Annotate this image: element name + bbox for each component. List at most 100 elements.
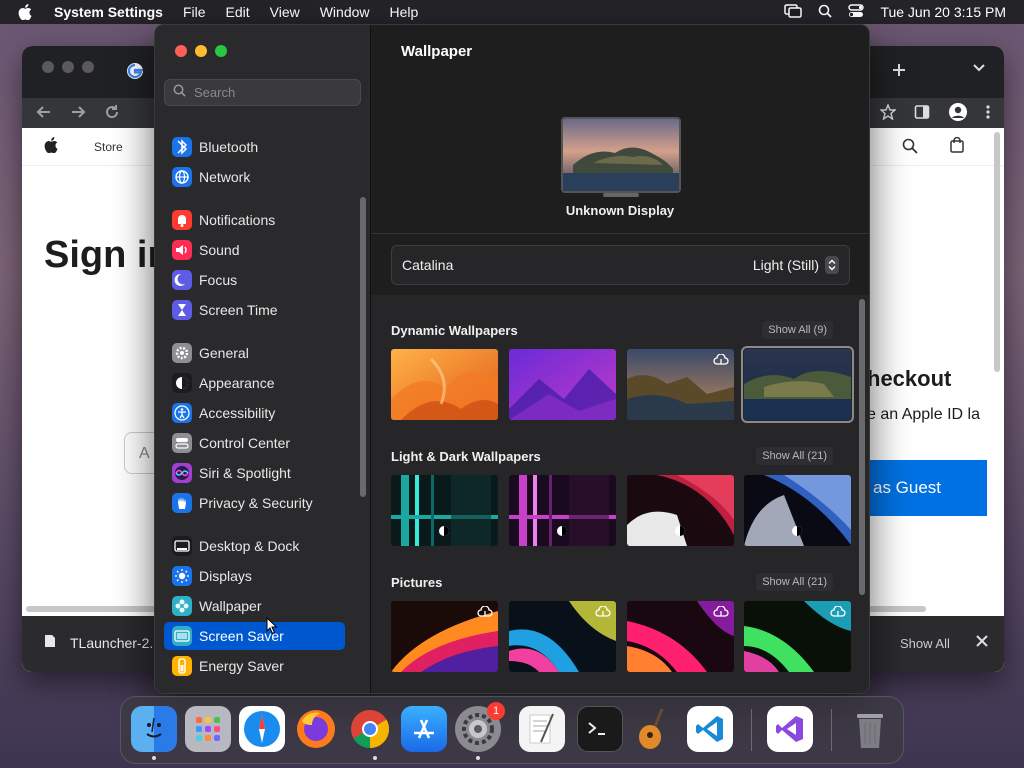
sidebar-item-bluetooth[interactable]: Bluetooth: [164, 133, 345, 161]
wallpaper-thumb-macbook-purple[interactable]: [509, 475, 616, 546]
dock-visual-studio[interactable]: [767, 706, 813, 752]
google-favicon-icon[interactable]: [126, 62, 144, 85]
dock-system-settings[interactable]: 1: [455, 702, 505, 752]
profile-avatar-icon[interactable]: [948, 102, 968, 127]
sidebar-item-appearance[interactable]: Appearance: [164, 369, 345, 397]
bluetooth-icon: [172, 137, 192, 157]
sidebar-item-desktop-dock[interactable]: Desktop & Dock: [164, 532, 345, 560]
download-item[interactable]: TLauncher-2.: [44, 634, 153, 651]
menu-edit[interactable]: Edit: [226, 4, 250, 20]
wallpaper-thumb-monterey[interactable]: [509, 349, 616, 420]
apple-menu-icon[interactable]: [18, 4, 34, 20]
gallery-scrollbar[interactable]: [859, 299, 865, 595]
sidebar-item-siri-spotlight[interactable]: Siri & Spotlight: [164, 459, 345, 487]
search-icon: [173, 84, 186, 102]
wallpaper-thumb-picture-2[interactable]: [509, 601, 616, 672]
menu-file[interactable]: File: [183, 4, 206, 20]
close-button[interactable]: [175, 45, 187, 57]
menu-help[interactable]: Help: [390, 4, 419, 20]
wallpaper-thumb-blue-silver[interactable]: [744, 475, 851, 546]
show-all-pictures-button[interactable]: Show All (21): [756, 573, 833, 591]
dock-app-store[interactable]: [401, 706, 447, 752]
dock-chrome[interactable]: [347, 706, 393, 752]
dock-launchpad[interactable]: [185, 706, 231, 752]
sidebar-scrollbar[interactable]: [360, 197, 366, 497]
siri-icon: [172, 463, 192, 483]
minimize-button[interactable]: [195, 45, 207, 57]
browser-minimize-button[interactable]: [62, 61, 74, 73]
wallpaper-style-popup[interactable]: Light (Still): [753, 256, 839, 274]
menubar-clock[interactable]: Tue Jun 20 3:15 PM: [880, 4, 1006, 20]
wallpaper-thumb-picture-1[interactable]: [391, 601, 498, 672]
zoom-button[interactable]: [215, 45, 227, 57]
sidebar-item-label: Sound: [199, 242, 240, 258]
show-all-dynamic-button[interactable]: Show All (9): [762, 321, 833, 339]
wallpaper-thumb-picture-3[interactable]: [627, 601, 734, 672]
dock-safari[interactable]: [239, 706, 285, 752]
sidebar-item-control-center[interactable]: Control Center: [164, 429, 345, 457]
dock-textedit[interactable]: [519, 706, 565, 752]
menubar: System Settings File Edit View Window He…: [0, 0, 1024, 24]
site-search-icon[interactable]: [902, 138, 918, 157]
wallpaper-style-selector[interactable]: Catalina Light (Still): [391, 245, 850, 285]
light-dark-mode-icon: [556, 525, 568, 537]
wallpaper-thumb-macbook-green[interactable]: [391, 475, 498, 546]
menu-view[interactable]: View: [270, 4, 300, 20]
reload-icon[interactable]: [104, 104, 120, 125]
wallpaper-thumb-ventura[interactable]: [391, 349, 498, 420]
sidebar-item-focus[interactable]: Focus: [164, 266, 345, 294]
sidebar-item-privacy-security[interactable]: Privacy & Security: [164, 489, 345, 517]
new-tab-icon[interactable]: [892, 60, 906, 83]
flower-icon: [172, 596, 192, 616]
sidebar-item-label: Privacy & Security: [199, 495, 313, 511]
tab-search-chevron-down-icon[interactable]: [972, 60, 986, 78]
wallpaper-thumb-picture-4[interactable]: [744, 601, 851, 672]
side-panel-icon[interactable]: [914, 104, 930, 125]
downloads-show-all-button[interactable]: Show All: [900, 636, 950, 651]
sidebar-item-general[interactable]: General: [164, 339, 345, 367]
sidebar-item-screen-saver[interactable]: Screen Saver: [164, 622, 345, 650]
sidebar-item-network[interactable]: Network: [164, 163, 345, 191]
browser-close-button[interactable]: [42, 61, 54, 73]
wallpaper-thumb-big-sur[interactable]: [627, 349, 734, 420]
sidebar-item-wallpaper[interactable]: Wallpaper: [164, 592, 345, 620]
wallpaper-thumb-catalina[interactable]: [741, 346, 854, 423]
sidebar-item-energy-saver[interactable]: Energy Saver: [164, 652, 345, 680]
more-menu-icon[interactable]: [986, 104, 990, 125]
continue-as-guest-button[interactable]: as Guest: [867, 460, 987, 516]
dock-vscode[interactable]: [687, 706, 733, 752]
sidebar-item-displays[interactable]: Displays: [164, 562, 345, 590]
dock-firefox[interactable]: [293, 706, 339, 752]
spotlight-search-icon[interactable]: [818, 4, 833, 21]
wallpaper-thumb-red-silver[interactable]: [627, 475, 734, 546]
show-all-light-dark-button[interactable]: Show All (21): [756, 447, 833, 465]
sidebar-item-sound[interactable]: Sound: [164, 236, 345, 264]
display-thumbnail[interactable]: [561, 117, 681, 193]
search-input[interactable]: [194, 85, 354, 100]
bookmark-star-icon[interactable]: [879, 103, 897, 125]
dock-garageband[interactable]: [631, 706, 677, 752]
downloads-close-icon[interactable]: [976, 634, 988, 652]
moon-icon: [172, 270, 192, 290]
control-center-icon[interactable]: [848, 3, 865, 21]
menu-window[interactable]: Window: [320, 4, 370, 20]
dock-terminal[interactable]: [577, 706, 623, 752]
page-vertical-scrollbar[interactable]: [994, 132, 1000, 372]
cloud-download-icon: [595, 606, 611, 618]
screen-mirroring-icon[interactable]: [784, 3, 803, 21]
sidebar-item-label: Screen Time: [199, 302, 278, 318]
browser-zoom-button[interactable]: [82, 61, 94, 73]
dock-finder[interactable]: [131, 706, 177, 752]
current-wallpaper-name: Catalina: [402, 257, 454, 273]
sidebar-item-accessibility[interactable]: Accessibility: [164, 399, 345, 427]
settings-search[interactable]: [164, 79, 361, 106]
site-nav-store[interactable]: Store: [94, 140, 123, 154]
menu-app-name[interactable]: System Settings: [54, 4, 163, 20]
apple-logo-icon[interactable]: [44, 137, 58, 156]
back-arrow-icon[interactable]: [36, 104, 52, 125]
sidebar-item-notifications[interactable]: Notifications: [164, 206, 345, 234]
dock-trash[interactable]: [847, 706, 893, 752]
shopping-bag-icon[interactable]: [950, 136, 964, 156]
sidebar-item-screen-time[interactable]: Screen Time: [164, 296, 345, 324]
forward-arrow-icon[interactable]: [70, 104, 86, 125]
